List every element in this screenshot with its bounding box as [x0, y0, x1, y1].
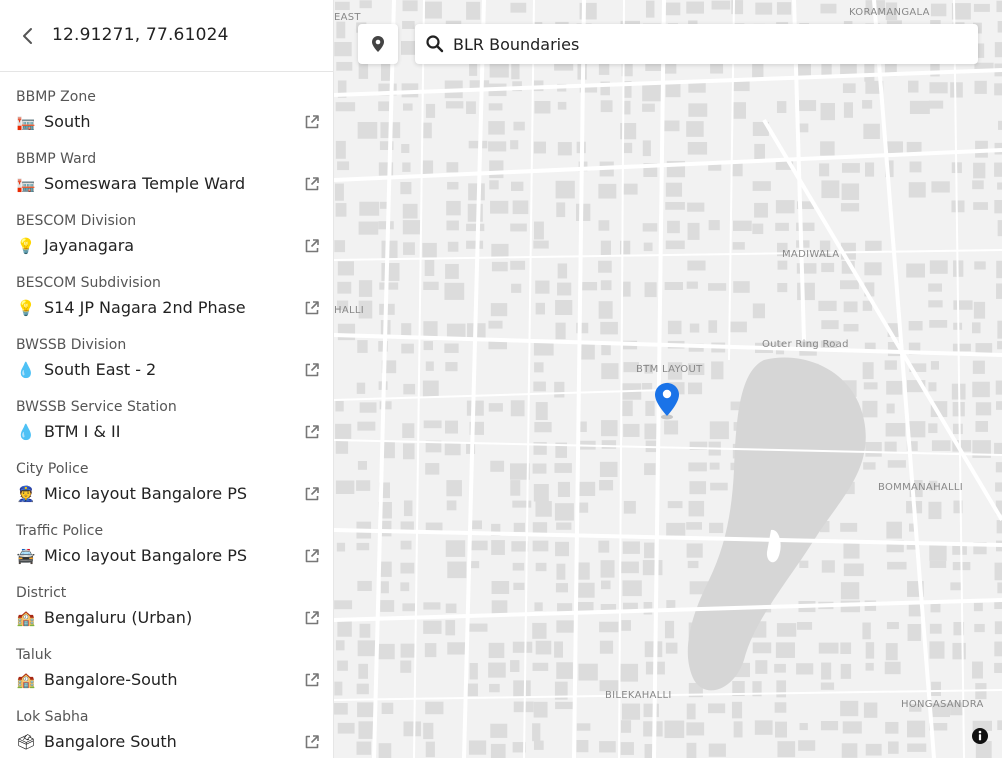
- map-place-label: MADIWALA: [782, 249, 840, 260]
- boundary-row: BESCOM Subdivision 💡 S14 JP Nagara 2nd Pha…: [0, 258, 333, 320]
- boundary-row: BBMP Ward 🏣 Someswara Temple Ward: [0, 134, 333, 196]
- map-place-label: HALLI: [334, 305, 364, 316]
- boundary-value: Mico layout Bangalore PS: [44, 484, 248, 503]
- boundary-row: Taluk 🏫 Bangalore-South: [0, 630, 333, 692]
- locate-button[interactable]: [358, 24, 398, 64]
- boundary-label: BBMP Ward: [16, 151, 97, 167]
- external-link-icon[interactable]: [303, 113, 321, 131]
- boundary-label: Traffic Police: [16, 523, 104, 539]
- boundary-row: Lok Sabha 🗳 Bangalore South: [0, 692, 333, 754]
- search-input[interactable]: [453, 30, 953, 58]
- boundary-row: Traffic Police 🚔 Mico layout Bangalore PS: [0, 506, 333, 568]
- boundary-value: Bangalore South: [44, 732, 177, 751]
- boundary-label: BBMP Zone: [16, 89, 96, 105]
- ballot-box-icon: 🗳: [16, 733, 36, 751]
- map-place-label: Outer Ring Road: [762, 339, 849, 350]
- boundary-value: South East - 2: [44, 360, 157, 379]
- water-drop-icon: 💧: [16, 361, 36, 379]
- external-link-icon[interactable]: [303, 671, 321, 689]
- boundary-row: City Police 👮 Mico layout Bangalore PS: [0, 444, 333, 506]
- search-box: [415, 24, 978, 64]
- map-view[interactable]: KORAMANGALA EAST MADIWALA Outer Ring Road BT…: [334, 0, 1002, 758]
- boundary-row: BWSSB Division 💧 South East - 2: [0, 320, 333, 382]
- external-link-icon[interactable]: [303, 237, 321, 255]
- boundary-list: BBMP Zone 🏣 South BBMP Ward 🏣 Someswara Templ…: [0, 72, 333, 754]
- external-link-icon[interactable]: [303, 175, 321, 193]
- lightbulb-icon: 💡: [16, 237, 36, 255]
- boundary-row: District 🏫 Bengaluru (Urban): [0, 568, 333, 630]
- boundary-value: Jayanagara: [44, 236, 135, 255]
- boundary-label: City Police: [16, 461, 89, 477]
- school-building-icon: 🏫: [16, 609, 36, 627]
- police-car-icon: 🚔: [16, 547, 36, 565]
- external-link-icon[interactable]: [303, 299, 321, 317]
- boundary-row: BWSSB Service Station 💧 BTM I & II: [0, 382, 333, 444]
- water-drop-icon: 💧: [16, 423, 36, 441]
- boundary-label: Lok Sabha: [16, 709, 89, 725]
- map-place-label: BILEKAHALLI: [605, 690, 672, 701]
- coordinates-title: 12.91271, 77.61024: [52, 25, 229, 45]
- boundary-value: Bengaluru (Urban): [44, 608, 193, 627]
- external-link-icon[interactable]: [303, 547, 321, 565]
- map-place-label: HONGASANDRA: [901, 699, 984, 710]
- search-icon[interactable]: [425, 34, 445, 54]
- map-marker-icon[interactable]: [653, 381, 681, 421]
- school-building-icon: 🏫: [16, 671, 36, 689]
- lightbulb-icon: 💡: [16, 299, 36, 317]
- map-place-label: EAST: [334, 12, 361, 23]
- boundary-value: BTM I & II: [44, 422, 121, 441]
- boundary-label: BWSSB Service Station: [16, 399, 177, 415]
- location-pin-icon: [372, 36, 384, 52]
- external-link-icon[interactable]: [303, 733, 321, 751]
- boundary-value: S14 JP Nagara 2nd Phase: [44, 298, 246, 317]
- boundary-label: BWSSB Division: [16, 337, 127, 353]
- back-arrow-icon[interactable]: [14, 22, 42, 50]
- boundary-label: District: [16, 585, 67, 601]
- boundary-label: Taluk: [16, 647, 52, 663]
- sidebar-header: 12.91271, 77.61024: [0, 0, 333, 72]
- boundary-value: Bangalore-South: [44, 670, 178, 689]
- external-link-icon[interactable]: [303, 423, 321, 441]
- boundary-row: BESCOM Division 💡 Jayanagara: [0, 196, 333, 258]
- map-place-label: BOMMANAHALLI: [878, 482, 964, 493]
- external-link-icon[interactable]: [303, 609, 321, 627]
- external-link-icon[interactable]: [303, 361, 321, 379]
- map-canvas[interactable]: [334, 0, 1002, 758]
- city-hall-icon: 🏣: [16, 175, 36, 193]
- police-officer-icon: 👮: [16, 485, 36, 503]
- boundary-label: BESCOM Subdivision: [16, 275, 161, 291]
- boundary-value: South: [44, 112, 91, 131]
- info-sidebar: 12.91271, 77.61024 BBMP Zone 🏣 South BBMP W…: [0, 0, 334, 758]
- boundary-label: BESCOM Division: [16, 213, 137, 229]
- city-hall-icon: 🏣: [16, 113, 36, 131]
- boundary-value: Someswara Temple Ward: [44, 174, 246, 193]
- boundary-row: BBMP Zone 🏣 South: [0, 72, 333, 134]
- map-place-label: BTM LAYOUT: [636, 364, 703, 375]
- external-link-icon[interactable]: [303, 485, 321, 503]
- map-place-label: KORAMANGALA: [849, 7, 930, 18]
- info-icon[interactable]: [971, 727, 989, 745]
- boundary-value: Mico layout Bangalore PS: [44, 546, 248, 565]
